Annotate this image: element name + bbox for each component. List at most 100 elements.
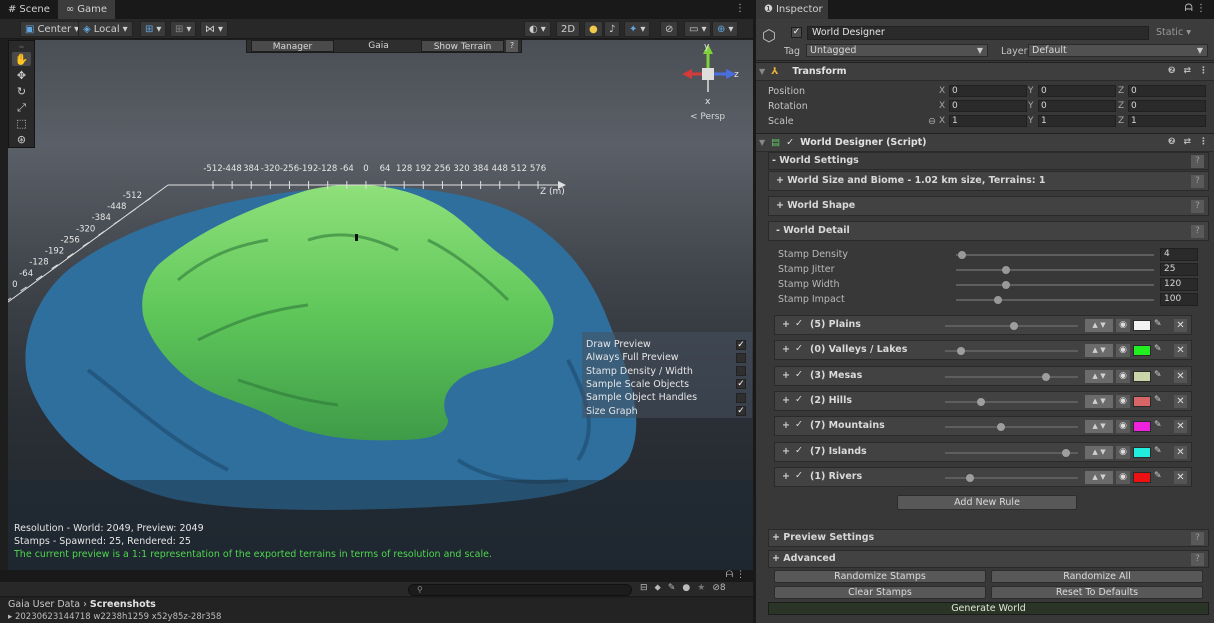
detail-slider-value[interactable]: 100 [1160,293,1198,306]
move-tool-icon[interactable]: ✥ [12,68,31,82]
remove-rule-icon[interactable]: ✕ [1174,319,1187,332]
detail-slider-track[interactable] [956,281,1154,289]
detail-slider-knob[interactable] [1001,266,1010,274]
lighting-toggle[interactable]: ● [584,21,603,37]
spawn-rule-row[interactable]: + ✓ (2) Hills ▲ ▼ ◉ ✎ ✕ [774,390,1192,411]
transform-x-field[interactable]: X1 [939,115,1027,127]
static-toggle[interactable]: Static ▾ [1156,27,1191,38]
align-dropdown[interactable]: ⋈ ▾ [200,21,229,37]
add-new-rule-button[interactable]: Add New Rule [897,495,1077,510]
transform-y-value[interactable]: 0 [1038,100,1116,112]
move-up-down-icon[interactable]: ▲ ▼ [1085,470,1113,484]
component-menu-icon[interactable]: ⋮ [1199,137,1208,147]
transform-z-value[interactable]: 1 [1128,115,1206,127]
tab-game[interactable]: ∞ Game [57,0,116,19]
transform-x-field[interactable]: X0 [939,85,1027,97]
spawn-rule-row[interactable]: + ✓ (0) Valleys / Lakes ▲ ▼ ◉ ✎ ✕ [774,340,1192,361]
visibility-eye-icon[interactable]: ◉ [1116,420,1130,434]
expand-rule-icon[interactable]: + [782,446,790,457]
move-up-down-icon[interactable]: ▲ ▼ [1085,319,1113,332]
show-terrain-button[interactable]: Show Terrain [421,40,504,52]
world-designer-script-header[interactable]: ▼ ▤ ✓ World Designer (Script) ❷ ⇄ ⋮ [756,133,1214,152]
rule-weight-slider[interactable] [945,347,1078,356]
hand-tool-icon[interactable]: ✋ [12,52,31,67]
rule-weight-slider[interactable] [945,322,1078,330]
remove-rule-icon[interactable]: ✕ [1174,445,1187,459]
preset-icon[interactable]: ⇄ [1183,66,1191,76]
filter-label-icon[interactable]: ⬥ [655,583,661,593]
rect-tool-icon[interactable]: ⬚ [12,117,31,131]
preview-option-checkbox[interactable] [736,352,746,363]
rule-color-swatch[interactable] [1133,320,1151,331]
rule-color-swatch[interactable] [1133,370,1151,382]
perspective-label[interactable]: < Persp [690,112,725,122]
color-picker-icon[interactable]: ✎ [1154,319,1162,329]
filter-type-icon[interactable]: ⊟ [640,583,648,593]
help-icon[interactable]: ? [1191,175,1204,188]
breadcrumb-current[interactable]: Screenshots [90,599,156,610]
file-list-item[interactable]: ▸ 20230623144718 w2238h1259 x52y85z-28r3… [0,612,753,623]
gameobject-name-input[interactable]: World Designer [807,26,1149,40]
transform-tool-icon[interactable]: ⊛ [12,133,31,147]
preview-option-checkbox[interactable]: ✓ [736,379,746,390]
scale-tool-icon[interactable]: ⤢ [12,101,31,115]
rule-enabled-checkbox[interactable]: ✓ [795,343,803,354]
gizmos-dropdown[interactable]: ⊕ ▾ [712,21,739,37]
spawn-rule-row[interactable]: + ✓ (5) Plains ▲ ▼ ◉ ✎ ✕ [774,315,1192,335]
kebab-menu-icon[interactable]: ⋮ [735,3,745,14]
breadcrumb-root[interactable]: Gaia User Data [8,599,80,610]
pivot-center-dropdown[interactable]: ▣ Center ▾ [20,21,85,37]
increment-snap-dropdown[interactable]: ⊞ ▾ [170,21,197,37]
rule-weight-knob[interactable] [966,473,975,482]
hidden-objects-toggle[interactable]: ⊘ [660,21,679,37]
space-local-dropdown[interactable]: ◈ Local ▾ [78,21,133,37]
preview-option-checkbox[interactable] [736,392,746,403]
help-icon[interactable]: ? [1191,225,1204,238]
rule-weight-slider[interactable] [945,448,1078,457]
rule-weight-knob[interactable] [1042,372,1051,381]
rule-weight-knob[interactable] [976,397,985,406]
move-up-down-icon[interactable]: ▲ ▼ [1085,344,1113,358]
spawn-rule-row[interactable]: + ✓ (7) Mountains ▲ ▼ ◉ ✎ ✕ [774,416,1192,437]
world-settings-foldout[interactable]: - World Settings ? [768,152,1209,170]
tab-inspector[interactable]: ❶ Inspector [756,0,828,19]
preview-option-row[interactable]: Sample Scale Objects ✓ [586,378,748,391]
help-icon[interactable]: ❷ [1168,137,1176,147]
advanced-foldout[interactable]: + Advanced? [768,550,1209,568]
rule-weight-knob[interactable] [996,423,1005,432]
visibility-eye-icon[interactable]: ◉ [1116,319,1130,332]
preset-icon[interactable]: ⇄ [1183,137,1191,147]
visibility-eye-icon[interactable]: ◉ [1116,344,1130,358]
color-picker-icon[interactable]: ✎ [1154,471,1162,481]
detail-slider-knob[interactable] [957,251,966,259]
transform-x-value[interactable]: 0 [949,100,1027,112]
expand-rule-icon[interactable]: + [782,344,790,355]
move-up-down-icon[interactable]: ▲ ▼ [1085,445,1113,459]
lock-icon[interactable]: ᗩ ⋮ [1185,3,1206,14]
visibility-eye-icon[interactable]: ◉ [1116,369,1130,383]
draw-mode-dropdown[interactable]: ◐ ▾ [524,21,551,37]
spawn-rule-row[interactable]: + ✓ (1) Rivers ▲ ▼ ◉ ✎ ✕ [774,466,1192,487]
help-icon[interactable]: ❷ [1168,66,1176,76]
hidden-count-icon[interactable]: ⊘8 [712,583,725,593]
help-icon[interactable]: ? [1191,200,1204,213]
color-picker-icon[interactable]: ✎ [1154,370,1162,380]
remove-rule-icon[interactable]: ✕ [1174,394,1187,408]
reset-to-defaults-button[interactable]: Reset To Defaults [991,586,1203,599]
generate-world-button[interactable]: Generate World [768,602,1209,615]
tag-icon[interactable]: ✎ [668,583,676,593]
rule-enabled-checkbox[interactable]: ✓ [795,445,803,456]
remove-rule-icon[interactable]: ✕ [1174,344,1187,358]
detail-slider-value[interactable]: 4 [1160,248,1198,261]
clear-stamps-button[interactable]: Clear Stamps [774,586,986,599]
rule-weight-slider[interactable] [945,397,1078,406]
rule-enabled-checkbox[interactable]: ✓ [795,394,803,405]
detail-slider-value[interactable]: 120 [1160,278,1198,291]
move-up-down-icon[interactable]: ▲ ▼ [1085,369,1113,383]
preview-option-row[interactable]: Size Graph ✓ [586,405,748,418]
color-picker-icon[interactable]: ✎ [1154,344,1162,354]
project-search-input[interactable]: ⚲ [408,584,632,596]
randomize-all-button[interactable]: Randomize All [991,570,1203,583]
rule-weight-slider[interactable] [945,423,1078,432]
transform-header[interactable]: ▼ ⅄ Transform ❷ ⇄ ⋮ [756,62,1214,81]
